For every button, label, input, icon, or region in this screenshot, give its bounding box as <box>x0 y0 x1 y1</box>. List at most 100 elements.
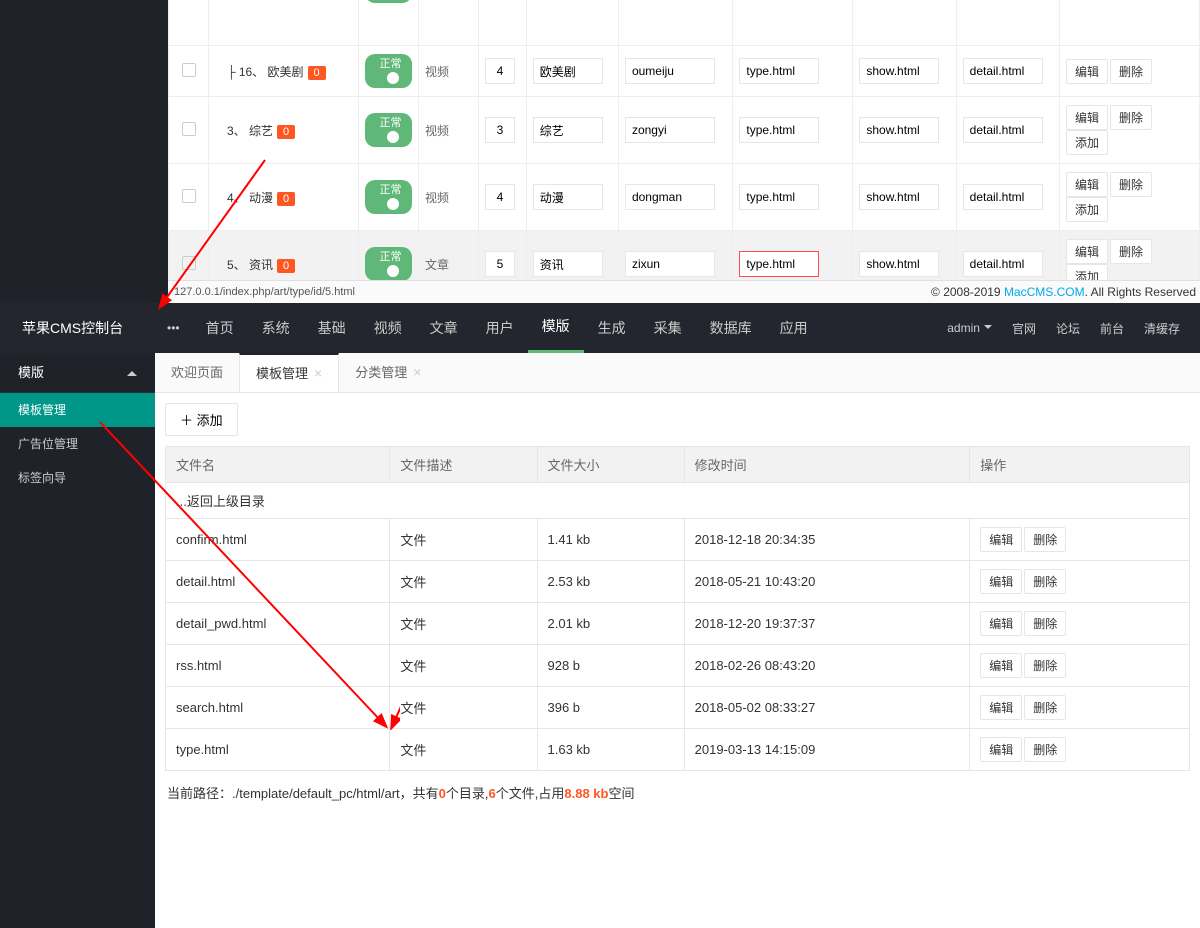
name2-input[interactable] <box>533 117 603 143</box>
status-toggle[interactable]: 正常 <box>365 113 412 147</box>
file-name[interactable]: detail.html <box>166 561 390 603</box>
col-header: 文件描述 <box>390 447 537 483</box>
status-toggle[interactable]: 正常 <box>365 0 412 3</box>
detailfile-input[interactable] <box>963 58 1043 84</box>
slug-input[interactable] <box>625 58 715 84</box>
edit-button[interactable]: 编辑 <box>980 653 1022 678</box>
row-checkbox[interactable] <box>182 63 196 77</box>
sidebar-item-1[interactable]: 广告位管理 <box>0 427 155 461</box>
tab-close-icon[interactable]: × <box>413 364 421 380</box>
sidebar-item-2[interactable]: 标签向导 <box>0 461 155 495</box>
detailfile-input[interactable] <box>963 117 1043 143</box>
maccms-link[interactable]: MacCMS.COM <box>1004 285 1085 299</box>
order-input[interactable] <box>485 184 515 210</box>
row-checkbox[interactable] <box>182 122 196 136</box>
file-name[interactable]: type.html <box>166 729 390 771</box>
showfile-input[interactable] <box>859 184 939 210</box>
tab-模板管理[interactable]: 模板管理× <box>239 353 339 392</box>
nav-用户[interactable]: 用户 <box>472 303 528 353</box>
delete-button[interactable]: 删除 <box>1024 569 1066 594</box>
slug-input[interactable] <box>625 184 715 210</box>
col-header: 文件名 <box>166 447 390 483</box>
nav-模版[interactable]: 模版 <box>528 303 584 353</box>
status-toggle[interactable]: 正常 <box>365 54 412 88</box>
col-header: 操作 <box>970 447 1190 483</box>
nav-系统[interactable]: 系统 <box>248 303 304 353</box>
detailfile-input[interactable] <box>963 184 1043 210</box>
link-forum[interactable]: 论坛 <box>1046 320 1090 337</box>
action-编辑[interactable]: 编辑 <box>1066 59 1108 84</box>
typefile-input[interactable] <box>739 184 819 210</box>
nav-采集[interactable]: 采集 <box>640 303 696 353</box>
status-toggle[interactable]: 正常 <box>365 247 412 280</box>
add-button[interactable]: ＋ 添加 <box>165 403 238 436</box>
nav-文章[interactable]: 文章 <box>416 303 472 353</box>
showfile-input[interactable] <box>859 58 939 84</box>
file-name[interactable]: search.html <box>166 687 390 729</box>
nav-视频[interactable]: 视频 <box>360 303 416 353</box>
link-official[interactable]: 官网 <box>1002 320 1046 337</box>
tab-分类管理[interactable]: 分类管理× <box>339 353 437 392</box>
slug-input[interactable] <box>625 117 715 143</box>
edit-button[interactable]: 编辑 <box>980 527 1022 552</box>
action-编辑[interactable]: 编辑 <box>1066 105 1108 130</box>
file-desc: 文件 <box>390 519 537 561</box>
edit-button[interactable]: 编辑 <box>980 611 1022 636</box>
name2-input[interactable] <box>533 184 603 210</box>
sidebar-item-0[interactable]: 模板管理 <box>0 393 155 427</box>
name2-input[interactable] <box>533 251 603 277</box>
nav-基础[interactable]: 基础 <box>304 303 360 353</box>
row-checkbox[interactable] <box>182 189 196 203</box>
tab-欢迎页面[interactable]: 欢迎页面 <box>155 353 239 392</box>
file-name[interactable]: detail_pwd.html <box>166 603 390 645</box>
edit-button[interactable]: 编辑 <box>980 569 1022 594</box>
file-row: rss.html文件928 b2018-02-26 08:43:20编辑删除 <box>166 645 1190 687</box>
menu-ellipsis[interactable]: ••• <box>155 321 192 335</box>
status-toggle[interactable]: 正常 <box>365 180 412 214</box>
link-front[interactable]: 前台 <box>1090 320 1134 337</box>
sidebar-header[interactable]: 模版 <box>0 353 155 393</box>
action-添加[interactable]: 添加 <box>1066 130 1108 155</box>
file-name[interactable]: rss.html <box>166 645 390 687</box>
order-input[interactable] <box>485 58 515 84</box>
delete-button[interactable]: 删除 <box>1024 611 1066 636</box>
typefile-input[interactable] <box>739 117 819 143</box>
tab-close-icon[interactable]: × <box>314 365 322 381</box>
action-删除[interactable]: 删除 <box>1110 172 1152 197</box>
delete-button[interactable]: 删除 <box>1024 737 1066 762</box>
action-编辑[interactable]: 编辑 <box>1066 172 1108 197</box>
edit-button[interactable]: 编辑 <box>980 737 1022 762</box>
row-type: 视频 <box>419 0 479 12</box>
nav-生成[interactable]: 生成 <box>584 303 640 353</box>
typefile-input[interactable] <box>739 251 819 277</box>
edit-button[interactable]: 编辑 <box>980 695 1022 720</box>
file-name[interactable]: confirm.html <box>166 519 390 561</box>
order-input[interactable] <box>485 251 515 277</box>
file-row: confirm.html文件1.41 kb2018-12-18 20:34:35… <box>166 519 1190 561</box>
action-添加[interactable]: 添加 <box>1066 197 1108 222</box>
user-menu[interactable]: admin <box>937 321 1002 335</box>
file-desc: 文件 <box>390 645 537 687</box>
link-clearcache[interactable]: 清缓存 <box>1134 320 1190 337</box>
typefile-input[interactable] <box>739 58 819 84</box>
action-删除[interactable]: 删除 <box>1110 59 1152 84</box>
slug-input[interactable] <box>625 251 715 277</box>
showfile-input[interactable] <box>859 117 939 143</box>
delete-button[interactable]: 删除 <box>1024 527 1066 552</box>
action-删除[interactable]: 删除 <box>1110 105 1152 130</box>
detailfile-input[interactable] <box>963 251 1043 277</box>
nav-数据库[interactable]: 数据库 <box>696 303 766 353</box>
action-删除[interactable]: 删除 <box>1110 239 1152 264</box>
name2-input[interactable] <box>533 58 603 84</box>
row-checkbox[interactable] <box>182 256 196 270</box>
nav-应用[interactable]: 应用 <box>766 303 822 353</box>
back-link[interactable]: ...返回上级目录 <box>166 483 1190 519</box>
nav-首页[interactable]: 首页 <box>192 303 248 353</box>
showfile-input[interactable] <box>859 251 939 277</box>
action-添加[interactable]: 添加 <box>1066 264 1108 280</box>
delete-button[interactable]: 删除 <box>1024 653 1066 678</box>
order-input[interactable] <box>485 117 515 143</box>
action-编辑[interactable]: 编辑 <box>1066 239 1108 264</box>
delete-button[interactable]: 删除 <box>1024 695 1066 720</box>
header-bar: 苹果CMS控制台 ••• 首页系统基础视频文章用户模版生成采集数据库应用 adm… <box>0 303 1200 353</box>
